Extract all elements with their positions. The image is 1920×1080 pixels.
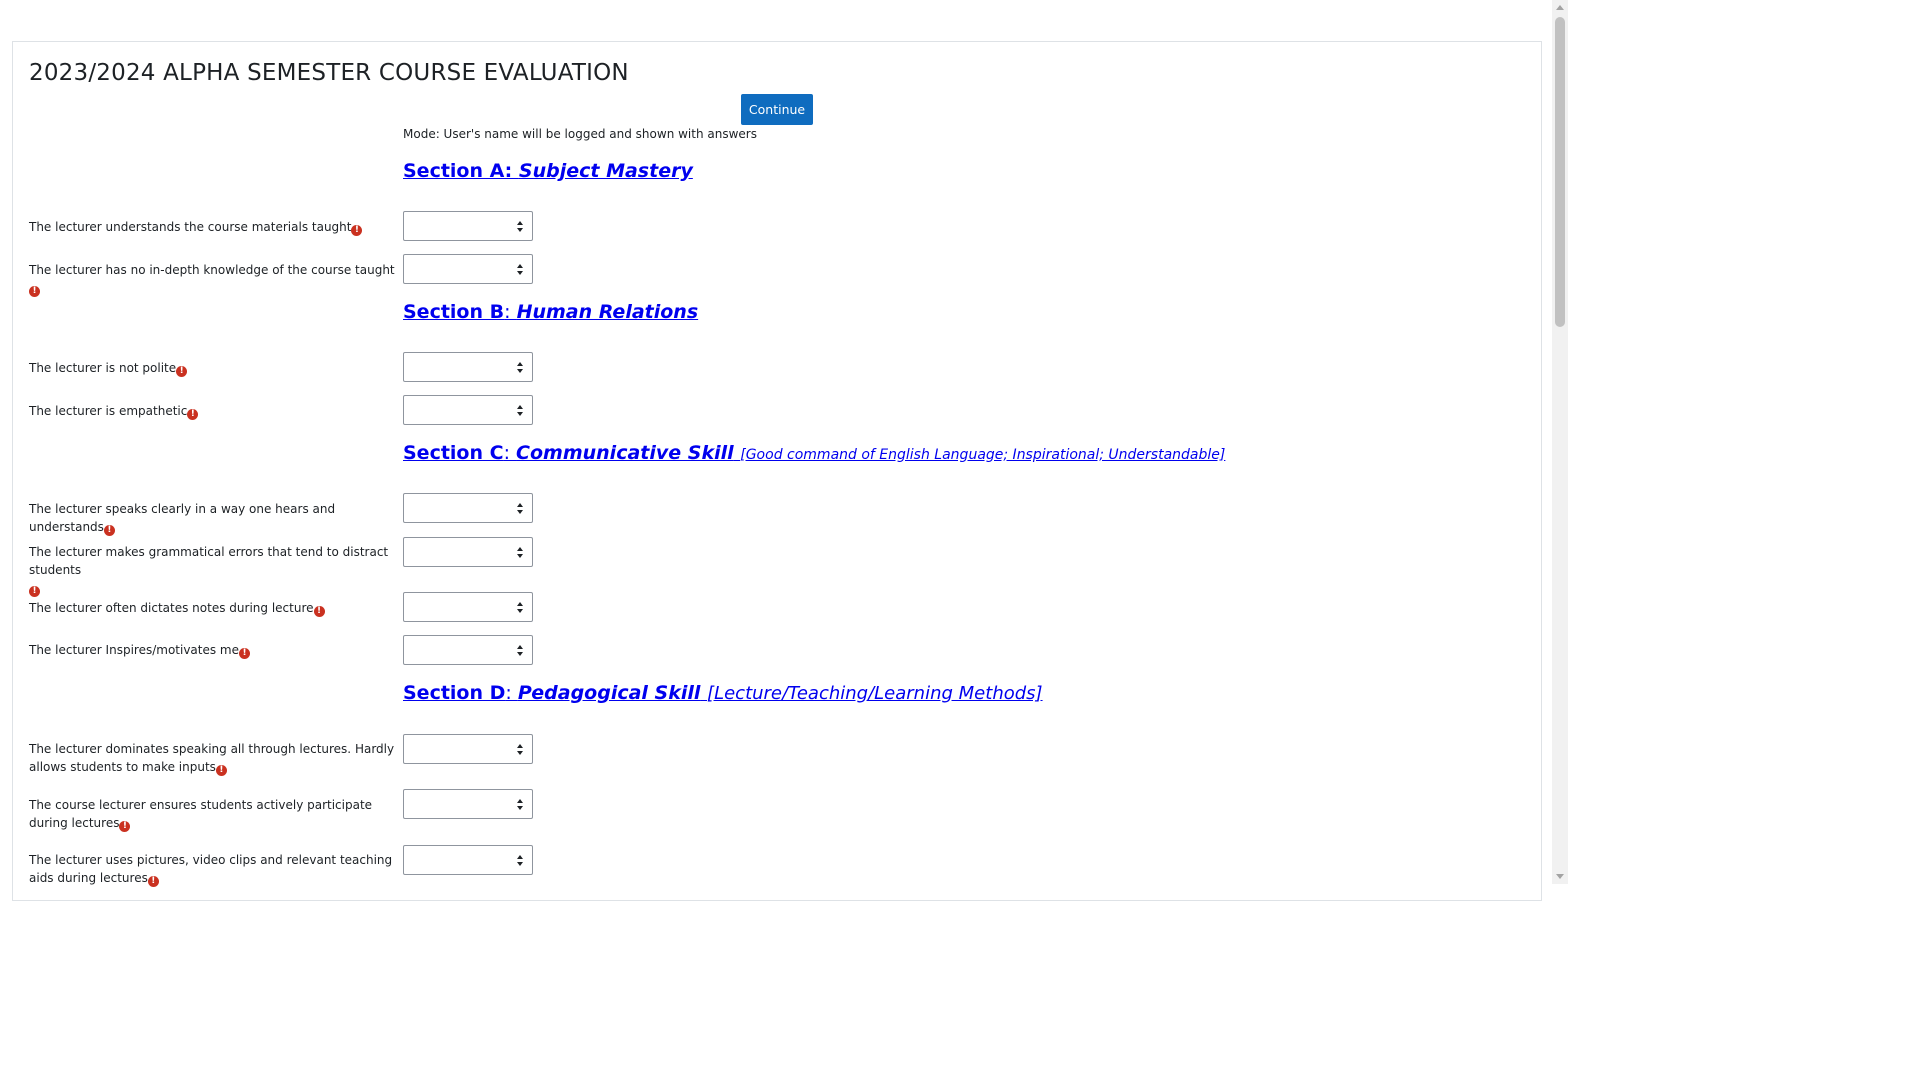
- rating-select[interactable]: [403, 635, 533, 665]
- rating-select[interactable]: [403, 254, 533, 284]
- section-a-name: Subject Mastery: [518, 160, 693, 182]
- rating-select[interactable]: [403, 734, 533, 764]
- section-c-prefix: Section C: [403, 442, 504, 464]
- up-down-arrows-icon: [517, 264, 523, 275]
- question-text: The lecturer speaks clearly in a way one…: [29, 502, 336, 534]
- section-d-prefix: Section D: [403, 682, 506, 704]
- required-icon: !: [351, 225, 363, 236]
- required-icon: !: [103, 525, 115, 536]
- rating-select[interactable]: [403, 592, 533, 622]
- scrollbar-thumb[interactable]: [1555, 17, 1565, 327]
- vertical-scrollbar[interactable]: [1552, 0, 1568, 884]
- up-down-arrows-icon: [517, 362, 523, 373]
- section-a-prefix: Section A:: [403, 160, 519, 182]
- rating-select[interactable]: [403, 789, 533, 819]
- up-down-arrows-icon: [517, 221, 523, 232]
- section-b-name: Human Relations: [516, 301, 699, 323]
- question-label: The lecturer makes grammatical errors th…: [29, 543, 401, 597]
- question-text: The lecturer uses pictures, video clips …: [29, 853, 393, 885]
- up-down-arrows-icon: [517, 744, 523, 755]
- up-down-arrows-icon: [517, 405, 523, 416]
- question-label: The lecturer speaks clearly in a way one…: [29, 500, 401, 536]
- section-c-description: [Good command of English Language; Inspi…: [740, 447, 1226, 463]
- required-icon: !: [187, 409, 199, 420]
- question-label: The lecturer has no in-depth knowledge o…: [29, 261, 401, 297]
- question-text: The lecturer Inspires/motivates me: [29, 643, 240, 657]
- required-icon: !: [215, 765, 227, 776]
- question-text: The lecturer dominates speaking all thro…: [29, 742, 395, 774]
- rating-select[interactable]: [403, 537, 533, 567]
- rating-select[interactable]: [403, 395, 533, 425]
- required-icon: !: [313, 606, 325, 617]
- required-icon: !: [147, 876, 159, 887]
- up-down-arrows-icon: [517, 602, 523, 613]
- question-text: The lecturer makes grammatical errors th…: [29, 545, 389, 577]
- question-text: The course lecturer ensures students act…: [29, 798, 373, 830]
- rating-select[interactable]: [403, 493, 533, 523]
- question-label: The lecturer dominates speaking all thro…: [29, 740, 401, 776]
- question-text: The lecturer often dictates notes during…: [29, 601, 314, 615]
- question-text: The lecturer is empathetic: [29, 404, 188, 418]
- up-down-arrows-icon: [517, 645, 523, 656]
- required-icon: !: [29, 586, 40, 597]
- required-icon: !: [239, 648, 251, 659]
- up-down-arrows-icon: [517, 799, 523, 810]
- section-d-heading[interactable]: Section D: Pedagogical Skill [Lecture/Te…: [403, 682, 1043, 704]
- up-down-arrows-icon: [517, 503, 523, 514]
- continue-button[interactable]: Continue: [741, 94, 813, 125]
- question-label: The lecturer often dictates notes during…: [29, 599, 401, 617]
- rating-select[interactable]: [403, 352, 533, 382]
- question-label: The lecturer is empathetic!: [29, 402, 401, 420]
- section-d-name: Pedagogical Skill: [517, 682, 701, 704]
- question-label: The lecturer understands the course mate…: [29, 218, 401, 236]
- up-down-arrows-icon: [517, 547, 523, 558]
- rating-select[interactable]: [403, 845, 533, 875]
- required-icon: !: [29, 286, 40, 297]
- question-label: The lecturer uses pictures, video clips …: [29, 851, 401, 887]
- required-icon: !: [176, 366, 188, 377]
- question-text: The lecturer understands the course mate…: [29, 220, 352, 234]
- section-b-sep: :: [504, 301, 517, 323]
- question-label: The course lecturer ensures students act…: [29, 796, 401, 832]
- section-c-name: Communicative Skill: [516, 442, 734, 464]
- question-label: The lecturer is not polite!: [29, 359, 401, 377]
- question-text: The lecturer has no in-depth knowledge o…: [29, 263, 395, 277]
- section-d-description: [Lecture/Teaching/Learning Methods]: [707, 683, 1043, 704]
- rating-select[interactable]: [403, 211, 533, 241]
- required-icon: !: [119, 821, 131, 832]
- section-b-prefix: Section B: [403, 301, 505, 323]
- section-c-heading[interactable]: Section C: Communicative Skill [Good com…: [403, 442, 1225, 464]
- section-b-heading[interactable]: Section B: Human Relations: [403, 301, 698, 323]
- section-a-heading[interactable]: Section A: Subject Mastery: [403, 160, 693, 182]
- mode-text: Mode: User's name will be logged and sho…: [403, 127, 757, 141]
- scroll-down-icon[interactable]: [1556, 874, 1564, 879]
- section-d-sep: :: [505, 682, 518, 704]
- question-label: The lecturer Inspires/motivates me!: [29, 641, 401, 659]
- up-down-arrows-icon: [517, 855, 523, 866]
- question-text: The lecturer is not polite: [29, 361, 177, 375]
- section-c-sep: :: [503, 442, 517, 464]
- page-title: 2023/2024 ALPHA SEMESTER COURSE EVALUATI…: [29, 60, 629, 86]
- scroll-up-icon[interactable]: [1556, 5, 1564, 10]
